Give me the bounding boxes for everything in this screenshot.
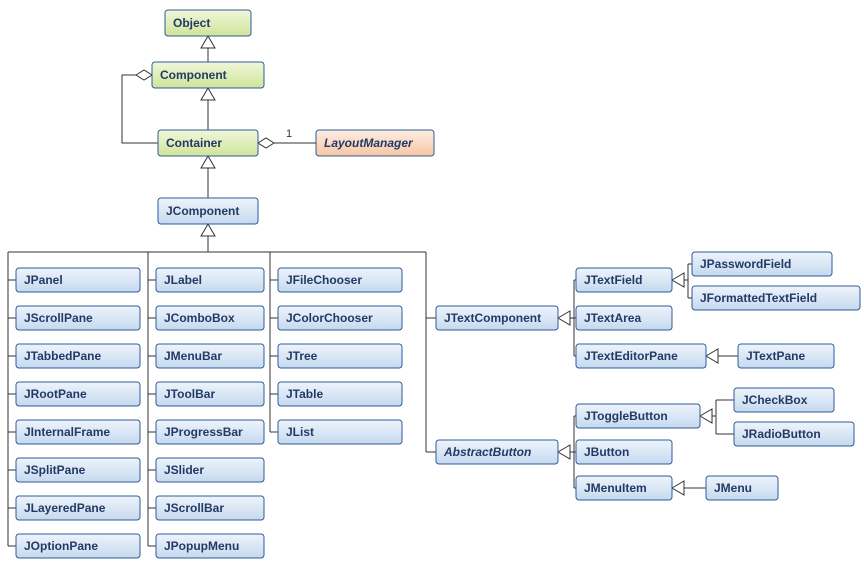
class-jtextarea: JTextArea — [576, 306, 672, 330]
generalization-arrow-icon — [201, 88, 215, 100]
class-jcheckbox: JCheckBox — [734, 388, 834, 412]
class-label: JTree — [286, 349, 318, 363]
class-label: JTextComponent — [444, 311, 541, 325]
multiplicity-label: 1 — [286, 128, 292, 140]
class-label: AbstractButton — [443, 445, 531, 459]
class-jcolorchooser: JColorChooser — [278, 306, 402, 330]
class-jfilechooser: JFileChooser — [278, 268, 402, 292]
generalization-arrow-icon — [672, 481, 684, 495]
class-label: JInternalFrame — [24, 425, 110, 439]
class-jtree: JTree — [278, 344, 402, 368]
class-label: JRootPane — [24, 387, 87, 401]
class-label: JRadioButton — [742, 427, 821, 441]
class-label: Object — [173, 16, 210, 30]
class-jprogressbar: JProgressBar — [156, 420, 264, 444]
class-jtexteditorpane: JTextEditorPane — [576, 344, 706, 368]
class-jmenubar: JMenuBar — [156, 344, 264, 368]
class-label: JCheckBox — [742, 393, 808, 407]
class-label: JMenuBar — [164, 349, 222, 363]
class-jmenuitem: JMenuItem — [576, 476, 672, 500]
class-label: JLayeredPane — [24, 501, 106, 515]
class-jcomponent: JComponent — [158, 198, 258, 224]
class-label: JScrollBar — [164, 501, 224, 515]
class-label: JTextField — [584, 273, 642, 287]
aggregation-diamond-icon — [136, 70, 152, 80]
class-label: JTextArea — [584, 311, 641, 325]
class-jlabel: JLabel — [156, 268, 264, 292]
class-jinternalframe: JInternalFrame — [16, 420, 140, 444]
generalization-arrow-icon — [558, 311, 570, 325]
class-jtextfield: JTextField — [576, 268, 672, 292]
class-label: JScrollPane — [24, 311, 93, 325]
class-jscrollbar: JScrollBar — [156, 496, 264, 520]
generalization-arrow-icon — [700, 409, 712, 423]
class-jpasswordfield: JPasswordField — [692, 252, 832, 276]
class-component: Component — [152, 62, 264, 88]
generalization-arrow-icon — [201, 36, 215, 48]
class-abstractbutton: AbstractButton — [436, 440, 558, 464]
class-label: JButton — [584, 445, 629, 459]
class-label: JToolBar — [164, 387, 215, 401]
class-jbutton: JButton — [576, 440, 672, 464]
class-label: JTextPane — [746, 349, 805, 363]
class-label: JColorChooser — [286, 311, 373, 325]
class-label: JMenu — [714, 481, 752, 495]
class-jtabbedpane: JTabbedPane — [16, 344, 140, 368]
class-jmenu: JMenu — [706, 476, 778, 500]
class-label: JToggleButton — [584, 409, 668, 423]
class-label: JComboBox — [164, 311, 235, 325]
class-label: JFileChooser — [286, 273, 362, 287]
class-label: Container — [166, 136, 222, 150]
class-jrootpane: JRootPane — [16, 382, 140, 406]
uml-class-diagram: 1 Object Component Container LayoutManager J… — [0, 0, 864, 580]
aggregation-diamond-icon — [258, 138, 274, 148]
class-joptionpane: JOptionPane — [16, 534, 140, 558]
class-label: JSlider — [164, 463, 204, 477]
class-container: Container — [158, 130, 258, 156]
class-label: JTabbedPane — [24, 349, 101, 363]
class-label: JComponent — [166, 204, 239, 218]
class-jtable: JTable — [278, 382, 402, 406]
generalization-arrow-icon — [706, 349, 718, 363]
class-label: JTable — [286, 387, 323, 401]
class-label: JPopupMenu — [164, 539, 239, 553]
class-label: JFormattedTextField — [700, 291, 817, 305]
class-label: JOptionPane — [24, 539, 98, 553]
class-jformattedtextfield: JFormattedTextField — [692, 286, 860, 310]
class-label: LayoutManager — [324, 136, 414, 150]
class-label: JLabel — [164, 273, 202, 287]
class-jcombobox: JComboBox — [156, 306, 264, 330]
class-jlayeredpane: JLayeredPane — [16, 496, 140, 520]
generalization-arrow-icon — [201, 156, 215, 168]
class-label: JMenuItem — [584, 481, 647, 495]
class-jtextcomponent: JTextComponent — [436, 306, 558, 330]
class-jpanel: JPanel — [16, 268, 140, 292]
class-jtextpane: JTextPane — [738, 344, 834, 368]
class-label: JList — [286, 425, 314, 439]
class-label: JPanel — [24, 273, 63, 287]
generalization-arrow-icon — [558, 445, 570, 459]
class-jpopupmenu: JPopupMenu — [156, 534, 264, 558]
class-jslider: JSlider — [156, 458, 264, 482]
class-label: JProgressBar — [164, 425, 243, 439]
generalization-arrow-icon — [201, 224, 215, 236]
generalization-arrow-icon — [672, 273, 684, 287]
class-jradiobutton: JRadioButton — [734, 422, 854, 446]
class-jlist: JList — [278, 420, 402, 444]
class-label: JPasswordField — [700, 257, 791, 271]
class-jsplitpane: JSplitPane — [16, 458, 140, 482]
class-jtoolbar: JToolBar — [156, 382, 264, 406]
class-jtogglebutton: JToggleButton — [576, 404, 700, 428]
class-jscrollpane: JScrollPane — [16, 306, 140, 330]
class-label: JTextEditorPane — [584, 349, 678, 363]
class-label: JSplitPane — [24, 463, 86, 477]
class-layoutmanager: LayoutManager — [316, 130, 434, 156]
class-object: Object — [165, 10, 251, 36]
class-label: Component — [160, 68, 227, 82]
